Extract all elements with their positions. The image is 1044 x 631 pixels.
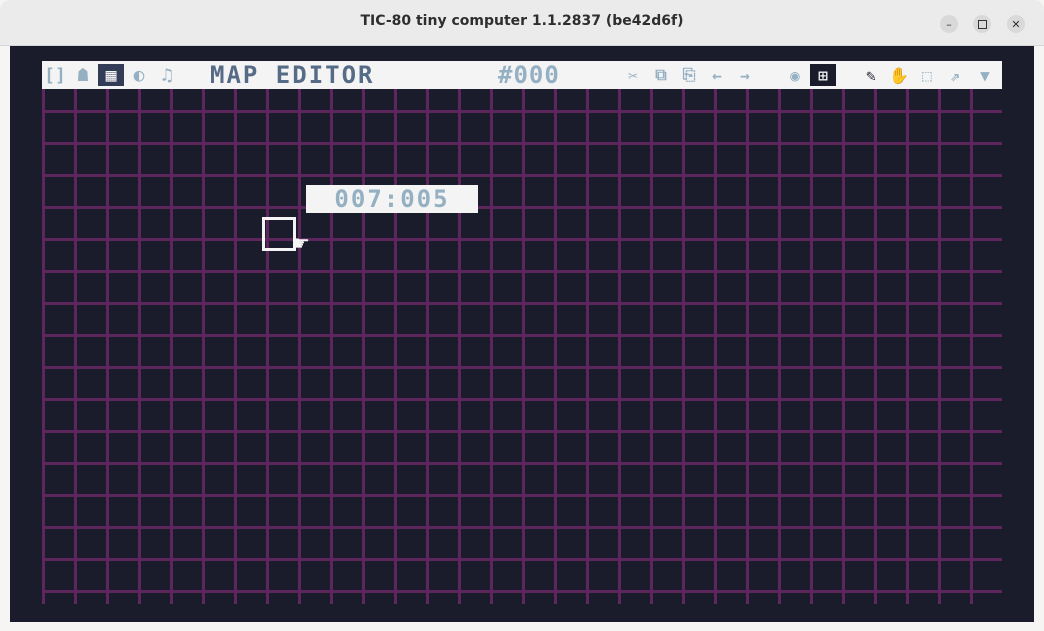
- menu-dropdown-icon[interactable]: ▼: [972, 64, 998, 86]
- pencil-icon[interactable]: ✎: [858, 64, 884, 86]
- minimize-button[interactable]: –: [940, 15, 958, 33]
- fill-icon[interactable]: ⇗: [942, 64, 968, 86]
- window-title: TIC-80 tiny computer 1.1.2837 (be42d6f): [360, 13, 684, 29]
- cut-icon[interactable]: ✂: [620, 64, 646, 86]
- select-icon[interactable]: ⬚: [914, 64, 940, 86]
- tic80-screen: [] ☗ ▦ ◐ ♫ MAP EDITOR #000 ✂ ⧉ ⎘ ← → ◉ ⊞…: [10, 46, 1034, 622]
- paste-icon[interactable]: ⎘: [676, 64, 702, 86]
- map-canvas[interactable]: [42, 89, 1002, 604]
- maximize-button[interactable]: [973, 15, 991, 33]
- cursor-coordinates: 007:005: [306, 185, 478, 213]
- redo-icon[interactable]: →: [732, 64, 758, 86]
- copy-icon[interactable]: ⧉: [648, 64, 674, 86]
- sprite-index: #000: [498, 61, 560, 89]
- editor-toolbar: [] ☗ ▦ ◐ ♫ MAP EDITOR #000 ✂ ⧉ ⎘ ← → ◉ ⊞…: [42, 61, 1002, 89]
- undo-icon[interactable]: ←: [704, 64, 730, 86]
- page-title: MAP EDITOR: [210, 61, 375, 89]
- close-icon: ✕: [1011, 17, 1021, 31]
- show-layers-icon[interactable]: ◉: [782, 64, 808, 86]
- minimize-icon: –: [946, 17, 952, 31]
- maximize-icon: [977, 19, 987, 29]
- hand-tool-icon[interactable]: ✋: [886, 64, 912, 86]
- tab-music-editor[interactable]: ♫: [154, 64, 180, 86]
- tab-sfx-editor[interactable]: ◐: [126, 64, 152, 86]
- window-titlebar[interactable]: TIC-80 tiny computer 1.1.2837 (be42d6f) …: [0, 0, 1044, 46]
- tab-code-editor[interactable]: []: [42, 64, 68, 86]
- pointer-hand-icon: ☛: [292, 231, 310, 255]
- close-button[interactable]: ✕: [1007, 15, 1025, 33]
- tab-map-editor[interactable]: ▦: [98, 64, 124, 86]
- grid-toggle-icon[interactable]: ⊞: [810, 64, 836, 86]
- tab-sprite-editor[interactable]: ☗: [70, 64, 96, 86]
